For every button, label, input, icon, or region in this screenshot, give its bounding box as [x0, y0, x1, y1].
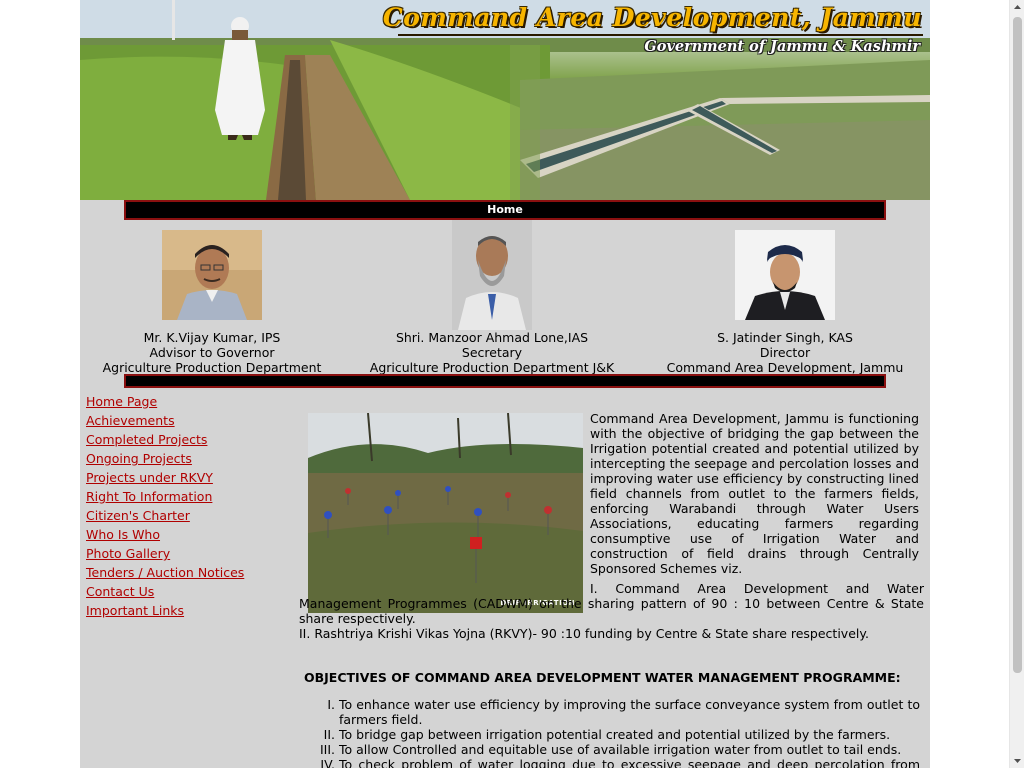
objective-item: II. To bridge gap between irrigation pot…: [320, 727, 920, 742]
objective-number: I.: [327, 697, 335, 712]
scheme-points: I. Command Area Development and Water Ma…: [299, 581, 924, 641]
sidebar-link-projects-rkvy[interactable]: Projects under RKVY: [86, 468, 286, 487]
official-photo-secretary: [452, 220, 532, 330]
sidebar-link-completed-projects[interactable]: Completed Projects: [86, 430, 286, 449]
objective-number: IV.: [320, 757, 335, 768]
official-advisor-dept: Agriculture Production Department: [102, 360, 322, 375]
sidebar-link-tenders[interactable]: Tenders / Auction Notices: [86, 563, 286, 582]
sidebar-link-citizens-charter[interactable]: Citizen's Charter: [86, 506, 286, 525]
official-secretary-role: Secretary: [461, 345, 523, 360]
scheme-point-2: II. Rashtriya Krishi Vikas Yojna (RKVY)-…: [299, 626, 869, 641]
sidebar-link-ongoing-projects[interactable]: Ongoing Projects: [86, 449, 286, 468]
official-director: S. Jatinder Singh, KAS Director Command …: [655, 330, 915, 375]
banner-title-underline: [398, 34, 923, 36]
sidebar-nav: Home Page Achievements Completed Project…: [86, 392, 286, 620]
sidebar-link-important-links[interactable]: Important Links: [86, 601, 286, 620]
official-photo-advisor: [162, 230, 262, 320]
official-photo-director: [735, 230, 835, 320]
sidebar-link-achievements[interactable]: Achievements: [86, 411, 286, 430]
divider-bar: [124, 374, 886, 388]
objective-item: I. To enhance water use efficiency by im…: [320, 697, 920, 727]
objective-number: II.: [323, 727, 335, 742]
objective-number: III.: [319, 742, 335, 757]
sidebar-link-rti[interactable]: Right To Information: [86, 487, 286, 506]
intro-paragraph: Command Area Development, Jammu is funct…: [590, 411, 919, 576]
official-director-role: Director: [759, 345, 811, 360]
sidebar-link-who-is-who[interactable]: Who Is Who: [86, 525, 286, 544]
sidebar-link-photo-gallery[interactable]: Photo Gallery: [86, 544, 286, 563]
objective-item: III. To allow Controlled and equitable u…: [320, 742, 920, 757]
top-nav-bar: Home: [124, 200, 886, 220]
official-secretary: Shri. Manzoor Ahmad Lone,IAS Secretary A…: [352, 330, 632, 375]
scrollbar-thumb[interactable]: [1013, 17, 1022, 673]
objectives-list: I. To enhance water use efficiency by im…: [320, 697, 920, 768]
scheme-point-1: I. Command Area Development and Water Ma…: [299, 581, 924, 626]
objective-text: To check problem of water logging due to…: [339, 757, 920, 768]
official-secretary-dept: Agriculture Production Department J&K: [369, 360, 615, 375]
sidebar-link-home-page[interactable]: Home Page: [86, 392, 286, 411]
vertical-scrollbar[interactable]: [1009, 0, 1024, 768]
official-director-name: S. Jatinder Singh, KAS: [717, 330, 853, 345]
banner-title: Command Area Development, Jammu: [382, 3, 922, 32]
objective-text: To enhance water use efficiency by impro…: [339, 697, 920, 727]
banner-subtitle: Government of Jammu & Kashmir: [644, 38, 920, 55]
scroll-down-arrow-icon[interactable]: [1010, 753, 1024, 768]
official-secretary-name: Shri. Manzoor Ahmad Lone,IAS: [395, 330, 589, 345]
header-banner: Command Area Development, Jammu Governme…: [80, 0, 930, 200]
official-advisor-name: Mr. K.Vijay Kumar, IPS: [143, 330, 281, 345]
scroll-up-arrow-icon[interactable]: [1010, 0, 1024, 15]
page-container: Command Area Development, Jammu Governme…: [80, 0, 930, 768]
official-advisor-role: Advisor to Governor: [149, 345, 275, 360]
objective-text: To allow Controlled and equitable use of…: [339, 742, 902, 757]
objectives-heading: OBJECTIVES OF COMMAND AREA DEVELOPMENT W…: [304, 670, 901, 685]
official-advisor: Mr. K.Vijay Kumar, IPS Advisor to Govern…: [86, 330, 338, 375]
objective-text: To bridge gap between irrigation potenti…: [339, 727, 891, 742]
official-director-dept: Command Area Development, Jammu: [666, 360, 904, 375]
sidebar-link-contact-us[interactable]: Contact Us: [86, 582, 286, 601]
objective-item: IV. To check problem of water logging du…: [320, 757, 920, 768]
nav-home-link[interactable]: Home: [126, 202, 884, 218]
